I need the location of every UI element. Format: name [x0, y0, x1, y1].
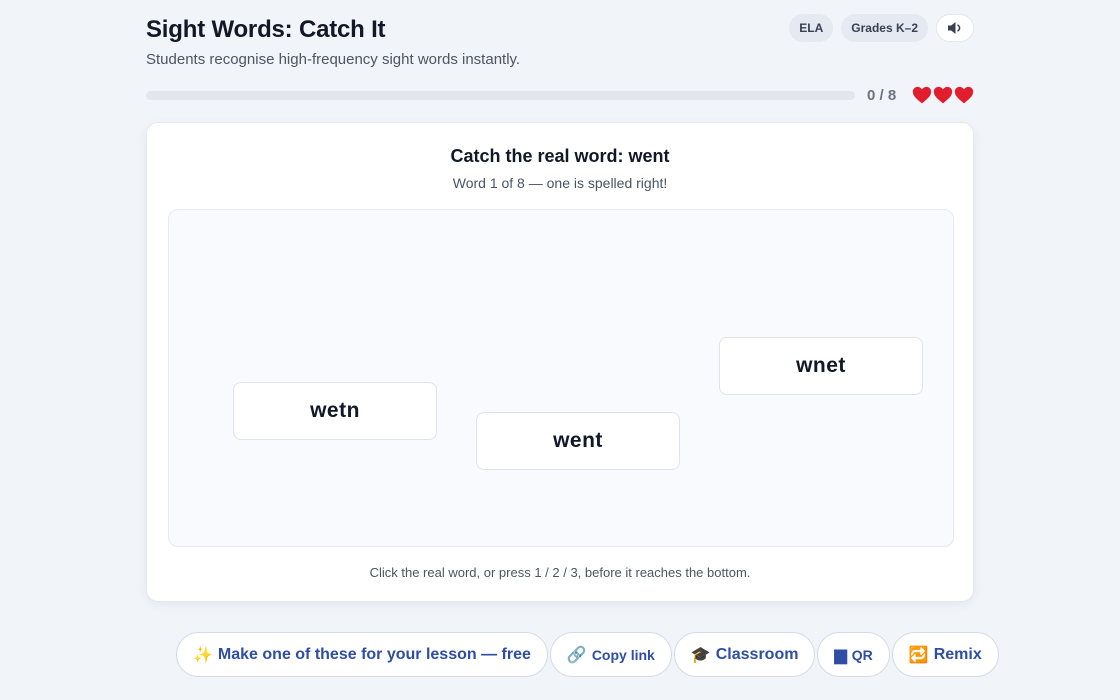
- copy-link-label: Copy link: [591, 646, 655, 663]
- progress-bar: [146, 91, 855, 100]
- qr-icon: ▆: [834, 646, 847, 664]
- heart-icon: [933, 86, 953, 104]
- qr-label: QR: [851, 646, 873, 663]
- grade-badge: Grades K–2: [841, 14, 928, 42]
- page-title: Sight Words: Catch It: [146, 16, 386, 43]
- sparkles-icon: ✨: [193, 646, 213, 664]
- classroom-button[interactable]: 🎓 Classroom: [673, 632, 816, 677]
- classroom-label: Classroom: [715, 645, 799, 663]
- prompt-prefix: Catch the real word:: [450, 146, 624, 166]
- remix-button[interactable]: 🔁 Remix: [891, 632, 999, 677]
- link-icon: 🔗: [566, 646, 587, 664]
- game-instructions: Click the real word, or press 1 / 2 / 3,…: [369, 565, 751, 580]
- app-container: Sight Words: Catch It Students recognise…: [146, 0, 999, 700]
- game-card: Catch the real word: went Word 1 of 8 — …: [146, 122, 974, 602]
- heart-icon: [912, 86, 932, 104]
- graduation-cap-icon: 🎓: [690, 646, 711, 664]
- falling-word-option-3[interactable]: wnet: [719, 337, 923, 395]
- page-subtitle: Students recognise high-frequency sight …: [146, 51, 521, 68]
- copy-link-button[interactable]: 🔗 Copy link: [549, 632, 672, 677]
- target-word: went: [628, 146, 670, 166]
- heart-icon: [954, 86, 974, 104]
- game-subprompt: Word 1 of 8 — one is spelled right!: [452, 175, 668, 191]
- speaker-icon: [948, 22, 961, 34]
- sound-toggle-button[interactable]: [936, 14, 974, 42]
- make-lesson-label: Make one of these for your lesson — free: [217, 645, 531, 663]
- share-actions-bar: ✨ Make one of these for your lesson — fr…: [176, 632, 999, 677]
- badge-group: ELA Grades K–2: [789, 14, 974, 42]
- game-playfield: wetn went wnet: [168, 209, 954, 547]
- score-counter: 0 / 8: [867, 87, 897, 104]
- game-prompt: Catch the real word: went: [147, 146, 973, 167]
- qr-button[interactable]: ▆ QR: [817, 632, 890, 677]
- remix-icon: 🔁: [908, 646, 929, 664]
- lives-indicator: [912, 85, 974, 105]
- falling-word-option-2[interactable]: went: [476, 412, 680, 470]
- subject-badge: ELA: [789, 14, 834, 42]
- falling-word-option-1[interactable]: wetn: [233, 382, 437, 440]
- make-lesson-button[interactable]: ✨ Make one of these for your lesson — fr…: [176, 632, 548, 677]
- remix-label: Remix: [933, 645, 982, 663]
